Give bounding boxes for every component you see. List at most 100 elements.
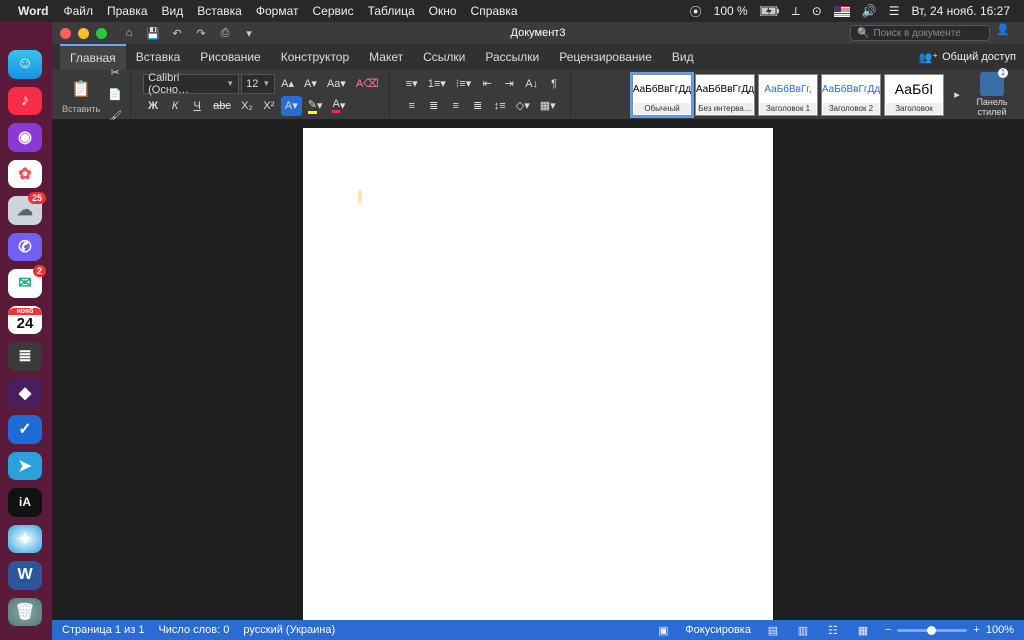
style-heading2[interactable]: АаБбВвГгДдЗаголовок 2 [821,74,881,116]
print-icon[interactable]: ⎙ [216,24,234,42]
dock-app1[interactable]: ≣ [8,342,42,371]
wifi-icon[interactable]: ⟂ [792,4,800,19]
change-case-icon[interactable]: Aa▾ [323,74,350,94]
dock-safari[interactable]: ✦ [8,525,42,554]
align-right-icon[interactable]: ≡ [446,96,466,116]
multilevel-icon[interactable]: ⁝≡▾ [452,74,475,94]
dock-calendar[interactable]: нояб24 [8,306,42,335]
underline-button[interactable]: Ч [187,96,207,116]
line-spacing-icon[interactable]: ↕≡ [490,96,510,116]
styles-pane-button[interactable]: Панель стилей [970,72,1014,118]
tab-review[interactable]: Рецензирование [549,44,662,70]
sort-icon[interactable]: A↓ [521,74,542,94]
menu-help[interactable]: Справка [471,4,518,18]
shrink-font-icon[interactable]: A▾ [300,74,321,94]
tab-layout[interactable]: Макет [359,44,413,70]
control-center-icon[interactable]: ☰ [889,4,900,18]
tab-insert[interactable]: Вставка [126,44,191,70]
document-canvas[interactable] [52,120,1024,620]
shading-icon[interactable]: ◇▾ [512,96,534,116]
zoom-value[interactable]: 100% [986,624,1014,636]
font-color-icon[interactable]: A▾ [328,96,349,116]
dock-finder[interactable]: ☺ [8,50,42,79]
focus-mode-icon[interactable]: ▣ [655,623,671,637]
menu-file[interactable]: Файл [63,4,93,18]
tab-draw[interactable]: Рисование [190,44,270,70]
italic-button[interactable]: К [165,96,185,116]
fullscreen-button[interactable] [96,28,107,39]
share-button[interactable]: 👥⁺Общий доступ [919,51,1016,64]
fast-user-icon[interactable]: ⦿ [690,3,702,20]
zoom-out-button[interactable]: − [885,624,891,636]
zoom-slider[interactable] [897,629,967,632]
align-left-icon[interactable]: ≡ [402,96,422,116]
qat-dropdown-icon[interactable]: ▾ [240,24,258,42]
dock-word[interactable]: W [8,561,42,590]
align-center-icon[interactable]: ≣ [424,96,444,116]
undo-icon[interactable]: ↶ [168,24,186,42]
search-input[interactable]: 🔍 Поиск в документе [850,25,990,41]
dock-things[interactable]: ✓ [8,415,42,444]
dock-ia[interactable]: iA [8,488,42,517]
dock-mail[interactable]: ✉2 [8,269,42,298]
bold-button[interactable]: Ж [143,96,163,116]
dock-viber[interactable]: ✆ [8,233,42,262]
view-draft-icon[interactable]: ▦ [855,623,871,637]
menu-format[interactable]: Формат [256,4,299,18]
status-language[interactable]: русский (Украина) [243,624,335,636]
clear-format-icon[interactable]: A⌫ [352,74,383,94]
font-name-combo[interactable]: Calibri (Осно…▼ [143,74,239,94]
save-icon[interactable]: 💾 [144,24,162,42]
text-effects-icon[interactable]: A▾ [281,96,302,116]
indent-icon[interactable]: ⇥ [499,74,519,94]
airplay-icon[interactable]: ⊙ [812,4,822,18]
tab-references[interactable]: Ссылки [413,44,475,70]
minimize-button[interactable] [78,28,89,39]
menu-view[interactable]: Вид [162,4,184,18]
numbering-icon[interactable]: 1≡▾ [424,74,450,94]
dock-podcasts[interactable]: ◉ [8,123,42,152]
status-page[interactable]: Страница 1 из 1 [62,624,144,636]
dock-icloud[interactable]: ☁25 [8,196,42,225]
menu-table[interactable]: Таблица [368,4,415,18]
style-heading1[interactable]: АаБбВвГг,Заголовок 1 [758,74,818,116]
justify-icon[interactable]: ≣ [468,96,488,116]
superscript-button[interactable]: X² [259,96,279,116]
font-size-combo[interactable]: 12▼ [241,74,275,94]
grow-font-icon[interactable]: A▴ [277,74,298,94]
dock-photos[interactable]: ✿ [8,160,42,189]
strike-button[interactable]: abc [209,96,235,116]
styles-more-icon[interactable]: ▸ [947,74,967,116]
menu-edit[interactable]: Правка [107,4,148,18]
style-normal[interactable]: АаБбВвГгДдОбычный [632,74,692,116]
battery-icon[interactable] [760,6,780,16]
style-title[interactable]: АаБбIЗаголовок [884,74,944,116]
tab-view[interactable]: Вид [662,44,704,70]
keyboard-lang-icon[interactable] [834,6,850,17]
dock-music[interactable]: ♪ [8,87,42,116]
clock[interactable]: Вт, 24 нояб. 16:27 [912,4,1011,18]
status-wordcount[interactable]: Число слов: 0 [158,624,229,636]
view-print-icon[interactable]: ▤ [765,623,781,637]
subscript-button[interactable]: X₂ [237,96,257,116]
coauthor-icon[interactable]: 👤 [996,23,1016,43]
redo-icon[interactable]: ↷ [192,24,210,42]
document-page[interactable] [303,128,773,620]
menu-insert[interactable]: Вставка [197,4,242,18]
app-name[interactable]: Word [18,4,48,18]
menu-tools[interactable]: Сервис [312,4,353,18]
highlight-icon[interactable]: ✎▾ [304,96,327,116]
home-icon[interactable]: ⌂ [120,24,138,42]
cut-icon[interactable]: ✂ [104,63,126,83]
paste-button[interactable]: 📋 [68,76,94,102]
dock-affinity[interactable]: ◆ [8,379,42,408]
view-web-icon[interactable]: ▥ [795,623,811,637]
tab-mailings[interactable]: Рассылки [475,44,549,70]
view-outline-icon[interactable]: ☷ [825,623,841,637]
copy-icon[interactable]: 📄 [104,85,126,105]
outdent-icon[interactable]: ⇤ [477,74,497,94]
tab-design[interactable]: Конструктор [271,44,359,70]
bullets-icon[interactable]: ≡▾ [402,74,422,94]
menu-window[interactable]: Окно [429,4,457,18]
show-marks-icon[interactable]: ¶ [544,74,564,94]
